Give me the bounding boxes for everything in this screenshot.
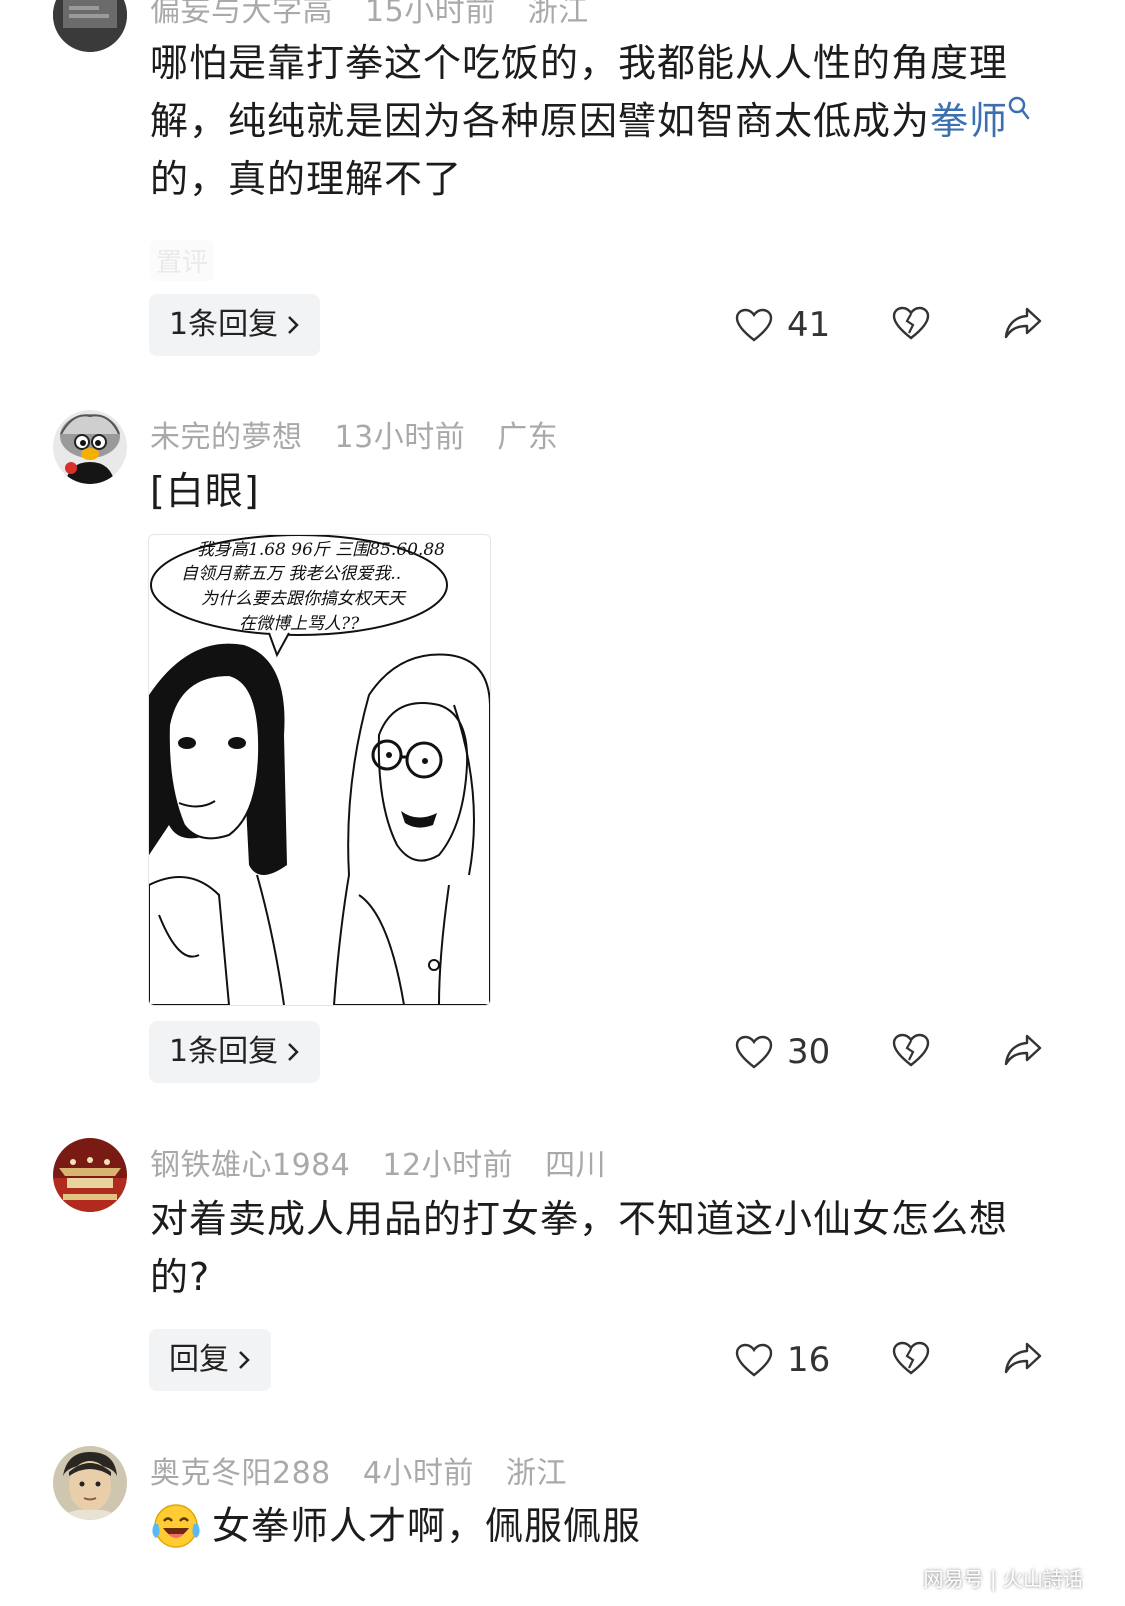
avatar[interactable]	[53, 1138, 127, 1212]
username[interactable]: 偏妄与大字高	[150, 0, 333, 29]
heart-icon	[735, 1343, 773, 1377]
comment-meta: 奥克冬阳288 4小时前 浙江	[150, 1448, 589, 1492]
avatar[interactable]	[53, 0, 127, 52]
avatar[interactable]	[53, 410, 127, 484]
location: 广东	[497, 420, 559, 455]
like-count: 30	[787, 1032, 831, 1072]
like-button[interactable]: 41	[735, 305, 830, 345]
username[interactable]: 奥克冬阳288	[150, 1456, 331, 1491]
heart-icon	[735, 1035, 773, 1069]
comment-text: 女拳师人才啊，佩服佩服	[150, 1497, 1050, 1555]
share-button[interactable]	[1003, 306, 1043, 344]
avatar[interactable]	[53, 1446, 127, 1520]
username[interactable]: 未完的夢想	[150, 420, 303, 455]
heart-icon	[735, 308, 773, 342]
username[interactable]: 钢铁雄心1984	[150, 1148, 350, 1183]
chevron-right-icon	[239, 1351, 250, 1369]
caption-line-3: 为什么要去跟你搞女权天天	[201, 589, 407, 609]
comment-actions: 16	[735, 1329, 1055, 1391]
comment-actions: 41	[735, 294, 1055, 356]
reply-label: 1条回复	[169, 1034, 279, 1069]
broken-heart-icon	[892, 1341, 930, 1375]
caption-line-2: 自领月薪五万 我老公很爱我..	[181, 564, 401, 584]
like-button[interactable]: 30	[735, 1032, 830, 1072]
dislike-button[interactable]	[892, 1341, 930, 1379]
comment-text: [白眼]	[150, 469, 260, 513]
timestamp: 13小时前	[334, 420, 466, 455]
broken-heart-icon	[892, 1033, 930, 1067]
comment-text-body: 女拳师人才啊，佩服佩服	[212, 1504, 642, 1548]
like-count: 41	[787, 305, 831, 345]
reply-label: 1条回复	[169, 307, 279, 342]
share-icon	[1004, 1034, 1042, 1066]
location: 浙江	[527, 0, 589, 29]
comment-meta: 未完的夢想 13小时前 广东	[150, 412, 580, 456]
share-icon	[1004, 307, 1042, 339]
share-icon	[1004, 1342, 1042, 1374]
search-link[interactable]: 拳师	[930, 99, 1008, 143]
location: 四川	[545, 1148, 607, 1183]
dislike-button[interactable]	[892, 1033, 930, 1071]
like-button[interactable]: 16	[735, 1340, 830, 1380]
caption-line-4: 在微博上骂人??	[239, 614, 360, 634]
reply-button[interactable]: 1条回复	[149, 1021, 321, 1083]
comment-meta: 钢铁雄心1984 12小时前 四川	[150, 1140, 628, 1184]
comment-text-part2: 的，真的理解不了	[150, 157, 463, 201]
comment-actions: 30	[735, 1021, 1055, 1083]
faded-label: 置评	[150, 240, 215, 281]
timestamp: 12小时前	[382, 1148, 514, 1183]
timestamp: 15小时前	[365, 0, 496, 29]
comment-text: 对着卖成人用品的打女拳，不知道这小仙女怎么想的?	[150, 1197, 1009, 1299]
reply-label: 回复	[169, 1342, 229, 1377]
chevron-right-icon	[288, 1043, 299, 1061]
caption-line-1: 我身高1.68 96斤 三围85.60.88	[197, 540, 445, 560]
laughing-tears-emoji-icon	[152, 1503, 200, 1548]
reply-button[interactable]: 1条回复	[149, 294, 321, 356]
location: 浙江	[505, 1456, 567, 1491]
broken-heart-icon	[892, 306, 930, 340]
dislike-button[interactable]	[892, 306, 930, 344]
share-button[interactable]	[1003, 1033, 1043, 1071]
like-count: 16	[787, 1340, 831, 1380]
watermark: 网易号 | 火山詩话	[923, 1567, 1083, 1591]
comment-image[interactable]: 我身高1.68 96斤 三围85.60.88 自领月薪五万 我老公很爱我.. 为…	[148, 534, 491, 1006]
reply-button[interactable]: 回复	[149, 1329, 271, 1391]
timestamp: 4小时前	[362, 1456, 474, 1491]
comment-text-part1: 哪怕是靠打拳这个吃饭的，我都能从人性的角度理解，纯纯就是因为各种原因譬如智商太低…	[150, 41, 1009, 143]
search-icon[interactable]	[1008, 96, 1030, 122]
chevron-right-icon	[288, 316, 299, 334]
comment-text: 哪怕是靠打拳这个吃饭的，我都能从人性的角度理解，纯纯就是因为各种原因譬如智商太低…	[150, 34, 1050, 208]
share-button[interactable]	[1003, 1341, 1043, 1379]
comment-meta: 偏妄与大字高 15小时前 浙江	[150, 0, 611, 30]
